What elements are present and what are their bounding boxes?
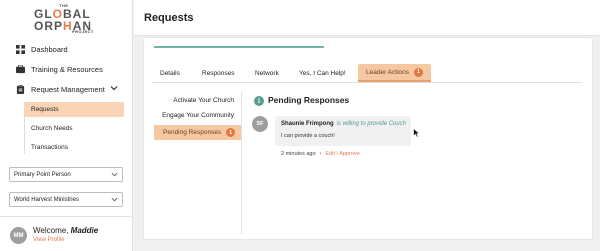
briefcase-icon bbox=[16, 64, 25, 73]
vtab-label: Pending Responses bbox=[163, 129, 222, 136]
vtab-engage-your-community[interactable]: Engage Your Community bbox=[162, 112, 234, 119]
progress-line bbox=[154, 46, 324, 48]
sidebar-subitem-requests[interactable]: Requests bbox=[24, 102, 124, 117]
notification-badge: 1 bbox=[414, 67, 424, 77]
tab-label: Leader Actions bbox=[366, 68, 410, 76]
sidebar-item-request-management[interactable]: Request Management bbox=[16, 82, 126, 96]
info-icon: i bbox=[254, 96, 264, 106]
pending-responses-title: Pending Responses bbox=[268, 95, 350, 105]
page-title: Requests bbox=[144, 12, 194, 24]
sidebar-subitem-transactions[interactable]: Transactions bbox=[24, 140, 124, 155]
sidebar-item-training[interactable]: Training & Resources bbox=[16, 62, 103, 76]
response-meta: 2 minutes ago • Edit / Approve bbox=[281, 151, 360, 157]
tab-leader-actions[interactable]: Leader Actions 1 bbox=[358, 64, 432, 82]
organization-select[interactable]: World Harvest Ministries bbox=[9, 192, 123, 207]
page-header: Requests bbox=[134, 0, 600, 36]
response-bubble: Shaunie Frimpong is willing to provide Co… bbox=[275, 116, 411, 146]
sidebar: THE GLOBAL ORPHAN PROJECT Dashboard Trai… bbox=[0, 0, 133, 251]
organization-select-value: World Harvest Ministries bbox=[14, 196, 79, 203]
tab-yes-i-can-help[interactable]: Yes, I Can Help! bbox=[299, 64, 346, 82]
chevron-down-icon bbox=[111, 197, 118, 202]
role-select-value: Primary Point Person bbox=[14, 171, 71, 178]
view-profile-link[interactable]: View Profile bbox=[33, 237, 65, 243]
sidebar-item-dashboard[interactable]: Dashboard bbox=[16, 42, 68, 56]
user-name: Maddie bbox=[70, 226, 99, 235]
sidebar-subitem-church-needs[interactable]: Church Needs bbox=[24, 121, 124, 136]
tab-network[interactable]: Network bbox=[255, 64, 279, 82]
sidebar-item-label: Dashboard bbox=[31, 44, 68, 54]
role-select[interactable]: Primary Point Person bbox=[9, 167, 123, 182]
edit-approve-link[interactable]: Edit / Approve bbox=[326, 151, 360, 157]
responder-avatar: SF bbox=[252, 116, 268, 132]
vertical-divider bbox=[241, 92, 242, 234]
vtab-pending-responses[interactable]: Pending Responses 1 bbox=[154, 125, 242, 140]
response-message: I can provide a couch! bbox=[281, 133, 335, 139]
sidebar-divider bbox=[0, 216, 133, 217]
response-time: 2 minutes ago bbox=[281, 151, 316, 157]
sidebar-item-label: Training & Resources bbox=[31, 64, 103, 74]
logo-project: PROJECT bbox=[72, 29, 94, 34]
mouse-cursor-icon bbox=[413, 128, 421, 138]
clipboard-icon bbox=[16, 84, 25, 94]
request-card: Details Responses Network Yes, I Can Hel… bbox=[143, 37, 593, 240]
tab-details[interactable]: Details bbox=[160, 64, 180, 82]
responder-line: Shaunie Frimpong is willing to provide Co… bbox=[281, 121, 406, 127]
tab-responses[interactable]: Responses bbox=[202, 64, 235, 82]
chevron-down-icon bbox=[111, 172, 118, 177]
vtab-activate-your-church[interactable]: Activate Your Church bbox=[173, 97, 234, 104]
global-orphan-project-logo[interactable]: THE GLOBAL ORPHAN PROJECT bbox=[34, 3, 100, 37]
welcome-text: Welcome, Maddie bbox=[33, 226, 99, 235]
user-avatar[interactable]: MM bbox=[10, 227, 27, 244]
responder-name: Shaunie Frimpong bbox=[281, 121, 334, 127]
sidebar-item-label: Request Management bbox=[31, 84, 105, 94]
tab-bar: Details Responses Network Yes, I Can Hel… bbox=[152, 64, 582, 83]
chevron-down-icon bbox=[110, 86, 118, 91]
response-status: is willing to provide Couch bbox=[336, 121, 407, 127]
notification-badge: 1 bbox=[226, 128, 236, 137]
dashboard-icon bbox=[16, 44, 25, 54]
